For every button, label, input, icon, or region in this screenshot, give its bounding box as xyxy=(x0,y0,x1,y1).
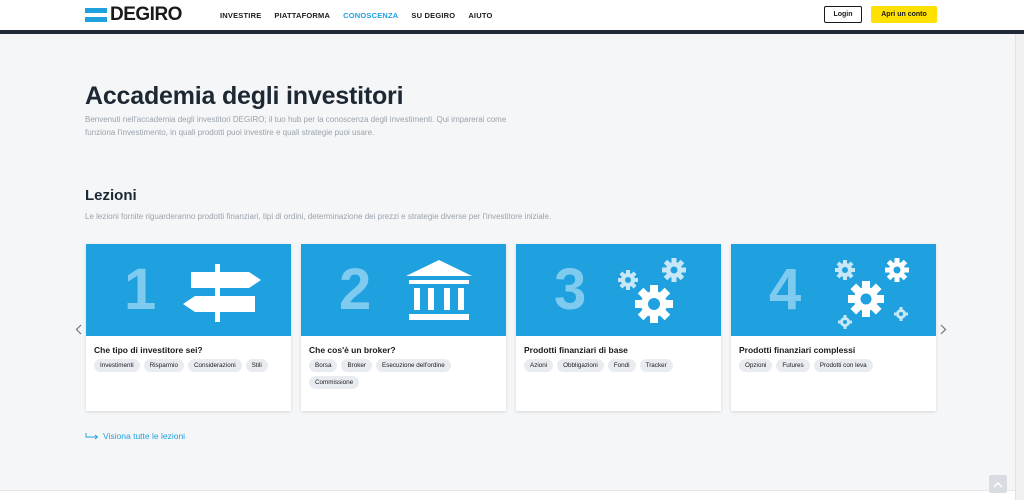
lesson-title: Prodotti finanziari di base xyxy=(524,345,628,355)
chevron-left-icon xyxy=(75,324,81,334)
lesson-number: 2 xyxy=(339,257,372,322)
bank-icon xyxy=(406,260,472,320)
chevron-right-icon xyxy=(940,324,946,334)
open-account-button[interactable]: Apri un conto xyxy=(871,6,937,23)
tag-list: Azioni Obbligazioni Fondi Tracker xyxy=(524,359,714,372)
tag[interactable]: Azioni xyxy=(524,359,554,372)
tag[interactable]: Futures xyxy=(776,359,810,372)
footer-edge xyxy=(0,490,1015,500)
scroll-to-top-button[interactable] xyxy=(989,475,1007,493)
lesson-card-4[interactable]: 4 Prodotti finanziari complessi Opzioni … xyxy=(731,244,936,411)
page-intro: Benvenuti nell'accademia degli investito… xyxy=(85,115,507,137)
nav-conoscenza[interactable]: CONOSCENZA xyxy=(343,11,398,20)
signpost-icon xyxy=(183,264,261,322)
lessons-description: Le lezioni fornite riguarderanno prodott… xyxy=(85,212,552,221)
carousel-prev-button[interactable] xyxy=(73,322,83,336)
gears-icon xyxy=(835,258,909,329)
logo-text: DEGIRO xyxy=(110,4,182,25)
tag[interactable]: Prodotti con leva xyxy=(813,359,873,372)
view-all-lessons-link[interactable]: Visiona tutte le lezioni xyxy=(85,431,185,441)
tag-list: Opzioni Futures Prodotti con leva xyxy=(739,359,929,372)
tag-list: Investimenti Risparmio Considerazioni St… xyxy=(94,359,284,372)
lesson-card-3[interactable]: 3 Prodotti finanziari di base Azioni Obb… xyxy=(516,244,721,411)
nav-piattaforma[interactable]: PIATTAFORMA xyxy=(274,11,330,20)
tag[interactable]: Opzioni xyxy=(739,359,773,372)
scrollbar[interactable] xyxy=(1015,34,1024,500)
lesson-title: Che cos'è un broker? xyxy=(309,345,396,355)
tag[interactable]: Risparmio xyxy=(143,359,184,372)
tag[interactable]: Tracker xyxy=(639,359,673,372)
login-button[interactable]: Login xyxy=(824,6,862,23)
tag[interactable]: Esecuzione dell'ordine xyxy=(376,359,451,372)
lesson-title: Che tipo di investitore sei? xyxy=(94,345,203,355)
nav-aiuto[interactable]: AIUTO xyxy=(468,11,492,20)
lesson-number: 4 xyxy=(769,257,802,322)
lesson-card-2[interactable]: 2 Che cos'è un broker? Borsa Broker Esec… xyxy=(301,244,506,411)
tag[interactable]: Stili xyxy=(245,359,268,372)
nav-su-degiro[interactable]: SU DEGIRO xyxy=(411,11,455,20)
lesson-number: 3 xyxy=(554,257,587,322)
site-header: DEGIRO INVESTIRE PIATTAFORMA CONOSCENZA … xyxy=(0,0,1024,30)
lesson-card-1[interactable]: 1 Che tipo di investitore sei? Investime… xyxy=(86,244,291,411)
gears-icon xyxy=(618,258,686,323)
nav-investire[interactable]: INVESTIRE xyxy=(220,11,261,20)
lesson-card-image: 1 xyxy=(86,244,291,336)
logo-mark-icon xyxy=(85,8,107,22)
tag[interactable]: Investimenti xyxy=(94,359,140,372)
tag[interactable]: Fondi xyxy=(607,359,636,372)
tag[interactable]: Broker xyxy=(341,359,372,372)
lesson-number: 1 xyxy=(124,257,157,322)
lessons-heading: Lezioni xyxy=(85,187,137,204)
view-all-lessons-label: Visiona tutte le lezioni xyxy=(103,431,186,441)
tag[interactable]: Considerazioni xyxy=(187,359,242,372)
chevron-up-icon xyxy=(993,481,1003,488)
tag[interactable]: Commissione xyxy=(309,376,360,389)
lesson-card-image: 3 xyxy=(516,244,721,336)
main-nav: INVESTIRE PIATTAFORMA CONOSCENZA SU DEGI… xyxy=(220,0,493,30)
lesson-title: Prodotti finanziari complessi xyxy=(739,345,856,355)
carousel-next-button[interactable] xyxy=(938,322,948,336)
arrow-right-icon xyxy=(85,432,99,439)
tag[interactable]: Borsa xyxy=(309,359,338,372)
lesson-card-image: 4 xyxy=(731,244,936,336)
lesson-card-image: 2 xyxy=(301,244,506,336)
tag[interactable]: Obbligazioni xyxy=(557,359,604,372)
page-title: Accademia degli investitori xyxy=(85,82,404,110)
tag-list: Borsa Broker Esecuzione dell'ordine Comm… xyxy=(309,359,499,389)
degiro-logo[interactable]: DEGIRO xyxy=(85,4,182,25)
